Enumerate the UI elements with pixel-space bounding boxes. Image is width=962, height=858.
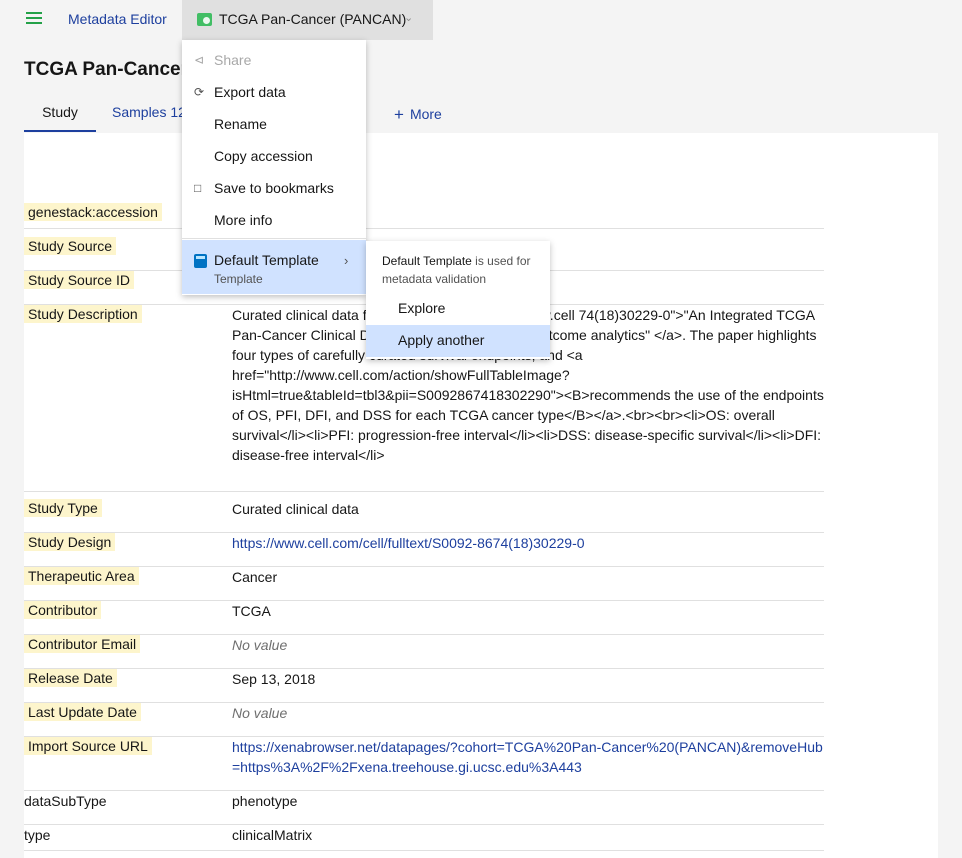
metadata-key-label: Study Description <box>24 305 142 323</box>
plus-icon: + <box>394 105 404 124</box>
share-icon: ⊲ <box>194 53 205 67</box>
metadata-key-label: Study Type <box>24 499 102 517</box>
menu-item-share-label: Share <box>214 52 252 68</box>
metadata-row: Study Design https://www.cell.com/cell/fu… <box>24 533 824 567</box>
metadata-key-label: Import Source URL <box>24 737 152 755</box>
metadata-row: type clinicalMatrix <box>24 825 824 851</box>
template-icon <box>194 254 207 268</box>
metadata-key: Study Source <box>24 237 117 255</box>
metadata-key: Contributor Email <box>24 635 141 653</box>
tab-more-label: More <box>409 106 442 122</box>
metadata-key-label: type <box>24 827 51 843</box>
tab-bar: Study Samples 12 + More <box>24 96 824 132</box>
metadata-row: Contributor Email No value <box>24 635 824 669</box>
submenu-item-explore-label: Explore <box>398 300 446 316</box>
menu-item-more-info[interactable]: More info <box>182 204 366 236</box>
study-actions-menu: ⊲ Share ⟳ Export data Rename Copy access… <box>182 40 366 295</box>
download-icon: ⟳ <box>194 85 205 99</box>
metadata-key: Therapeutic Area <box>24 567 139 585</box>
metadata-value: No value <box>232 705 288 721</box>
top-bar: Metadata Editor TCGA Pan-Cancer (PANCAN)… <box>0 0 962 40</box>
template-info-name: Default Template <box>382 254 472 268</box>
app-name[interactable]: Metadata Editor <box>68 11 167 27</box>
study-switcher-label: TCGA Pan-Cancer (PANCAN) <box>219 11 407 27</box>
page-title: TCGA Pan-Cancer <box>24 59 188 80</box>
menu-item-rename[interactable]: Rename <box>182 108 366 140</box>
metadata-key: Last Update Date <box>24 703 141 721</box>
metadata-key-label: Study Design <box>24 533 116 551</box>
metadata-key-label: Contributor <box>24 601 102 619</box>
metadata-key-label: Study Source <box>24 237 117 255</box>
metadata-row: genestack:accession <box>24 203 824 229</box>
menu-item-export-data[interactable]: ⟳ Export data <box>182 76 366 108</box>
bookmark-icon: □ <box>194 181 202 195</box>
metadata-key: Study Source ID <box>24 271 134 289</box>
menu-item-save-bookmarks[interactable]: □ Save to bookmarks <box>182 172 366 204</box>
menu-item-copy-accession-label: Copy accession <box>214 148 313 164</box>
metadata-key: Contributor <box>24 601 102 619</box>
menu-divider <box>182 238 366 239</box>
chevron-down-icon: ⌄ <box>404 12 414 24</box>
metadata-value: TCGA <box>232 603 271 619</box>
metadata-key: Release Date <box>24 669 117 687</box>
metadata-row: Contributor TCGA <box>24 601 824 635</box>
study-switcher[interactable]: TCGA Pan-Cancer (PANCAN) ⌄ <box>182 0 433 40</box>
metadata-key-label: genestack:accession <box>24 203 162 221</box>
hamburger-menu-icon[interactable] <box>26 12 42 28</box>
metadata-key: Study Type <box>24 499 102 517</box>
metadata-row: Last Update Date No value <box>24 703 824 737</box>
tab-more[interactable]: + More <box>394 96 442 132</box>
submenu-item-apply-another[interactable]: Apply another <box>366 325 550 357</box>
chevron-right-icon: › <box>344 253 349 268</box>
metadata-value: Sep 13, 2018 <box>232 671 316 687</box>
template-submenu: Default Template is used for metadata va… <box>366 241 550 359</box>
tab-study[interactable]: Study <box>24 96 96 132</box>
metadata-key: dataSubType <box>24 793 107 809</box>
metadata-row: Release Date Sep 13, 2018 <box>24 669 824 703</box>
metadata-key-label: Therapeutic Area <box>24 567 139 585</box>
metadata-key-label: Contributor Email <box>24 635 141 653</box>
metadata-value: phenotype <box>232 793 298 809</box>
metadata-value: clinicalMatrix <box>232 827 313 843</box>
metadata-key-label: Study Source ID <box>24 271 134 289</box>
metadata-row: Study Type Curated clinical data <box>24 499 824 533</box>
study-folder-icon <box>197 13 212 26</box>
menu-item-rename-label: Rename <box>214 116 267 132</box>
menu-item-more-info-label: More info <box>214 212 273 228</box>
metadata-key: Study Design <box>24 533 116 551</box>
metadata-value: Curated clinical data <box>232 501 359 517</box>
metadata-row: Therapeutic Area Cancer <box>24 567 824 601</box>
template-label: Default Template <box>214 252 319 268</box>
metadata-value: Cancer <box>232 569 278 585</box>
metadata-value-link[interactable]: https://xenabrowser.net/datapages/?cohor… <box>232 737 826 777</box>
metadata-value-link[interactable]: https://www.cell.com/cell/fulltext/S0092… <box>232 533 826 553</box>
metadata-value: No value <box>232 637 288 653</box>
metadata-key: genestack:accession <box>24 203 162 221</box>
metadata-row: Import Source URL https://xenabrowser.net… <box>24 737 824 791</box>
metadata-row: dataSubType phenotype <box>24 791 824 825</box>
menu-item-copy-accession[interactable]: Copy accession <box>182 140 366 172</box>
template-sublabel: Template <box>214 272 263 286</box>
metadata-key-label: dataSubType <box>24 793 107 809</box>
metadata-key-label: Release Date <box>24 669 117 687</box>
template-info-text: Default Template is used for metadata va… <box>382 252 542 288</box>
menu-item-default-template[interactable]: Default Template Template › <box>182 240 366 294</box>
submenu-item-explore[interactable]: Explore <box>366 293 550 325</box>
metadata-key: Import Source URL <box>24 737 152 755</box>
submenu-item-apply-another-label: Apply another <box>398 332 485 348</box>
menu-item-save-bookmarks-label: Save to bookmarks <box>214 180 334 196</box>
metadata-key: type <box>24 827 50 843</box>
tab-samples[interactable]: Samples 12 <box>112 96 186 132</box>
menu-item-share[interactable]: ⊲ Share <box>182 44 366 76</box>
metadata-key-label: Last Update Date <box>24 703 141 721</box>
menu-item-export-label: Export data <box>214 84 286 100</box>
metadata-key: Study Description <box>24 305 142 323</box>
